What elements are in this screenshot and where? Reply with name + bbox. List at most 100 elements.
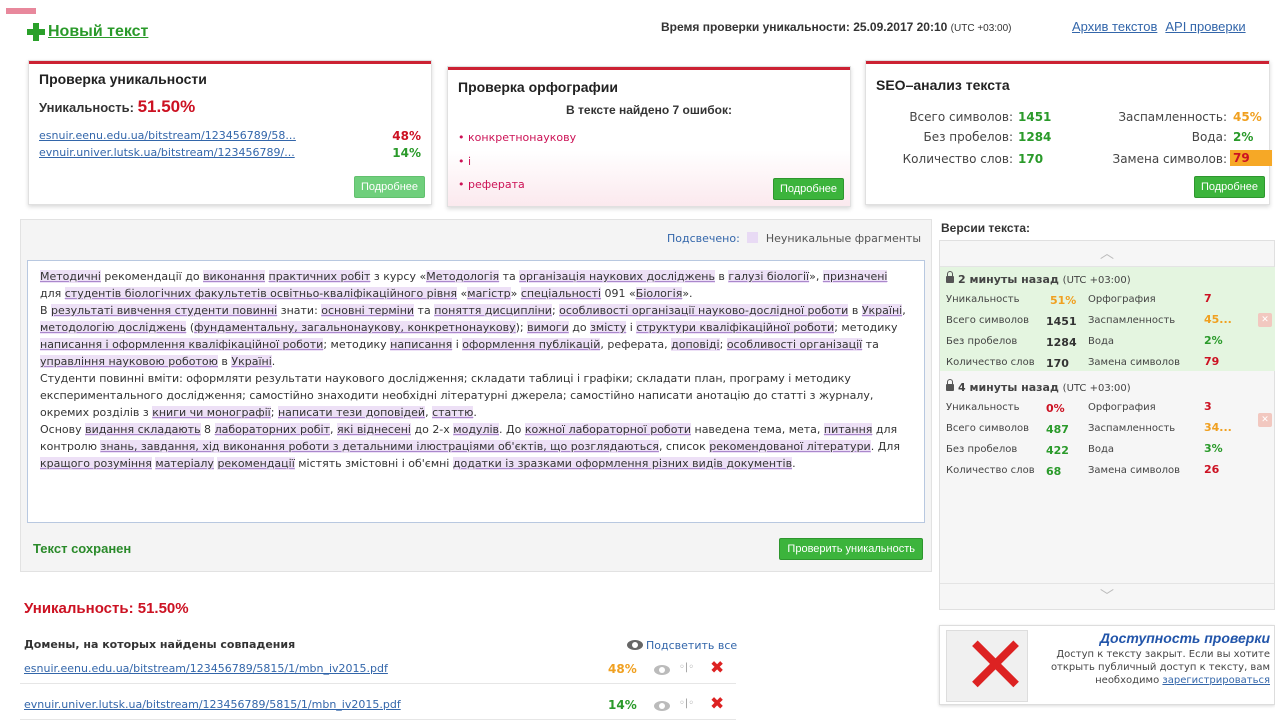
version-replace-label: Замена символов [1088, 465, 1181, 476]
text-fragment: , список [658, 440, 710, 453]
uniqueness-panel: Проверка уникальности Уникальность: 51.5… [28, 60, 432, 205]
editor-paragraph: Основу видання складають 8 лабораторних … [40, 421, 912, 472]
text-fragment: » [510, 287, 521, 300]
text-fragment: 091 « [601, 287, 636, 300]
text-fragment: і [626, 321, 637, 334]
non-unique-fragment: спеціальності [520, 287, 602, 300]
seo-more-button[interactable]: Подробнее [1193, 176, 1265, 198]
non-unique-fragment: фундаментальну, загальнонаукову, конкрет… [194, 321, 516, 334]
non-unique-fragment: рекомендації [217, 457, 295, 470]
version-nospace-label: Без пробелов [946, 444, 1018, 455]
non-unique-fragment: питання [823, 423, 873, 436]
version-time: 2 минуты назад (UTC +03:00) [946, 271, 1131, 286]
text-fragment: і [452, 338, 463, 351]
non-unique-fragment: результаті вивчення студенти повинні [51, 304, 278, 317]
text-fragment: , [330, 423, 337, 436]
register-link[interactable]: зарегистрироваться [1162, 675, 1270, 686]
non-unique-fragment: Україні [861, 304, 903, 317]
non-unique-fragment: написати тези доповідей [277, 406, 426, 419]
version-water-label: Вода [1088, 444, 1115, 455]
non-unique-fragment: поняття дисципліни [434, 304, 552, 317]
version-spam: 45... [1204, 313, 1232, 326]
highlight-all-link[interactable]: Подсветить все [627, 639, 737, 652]
header-links: Архив текстов API проверки [1072, 19, 1254, 34]
new-text-link-wrap[interactable]: Новый текст [26, 22, 148, 42]
api-link[interactable]: API проверки [1165, 19, 1245, 34]
domain-link[interactable]: esnuir.eenu.edu.ua/bitstream/123456789/5… [24, 662, 388, 675]
version-delete-icon[interactable]: ✕ [1258, 313, 1272, 327]
editor-section: Подсвечено: Неуникальные фрагменты Метод… [20, 219, 932, 572]
text-fragment: », [809, 270, 823, 283]
seo-water-label: Вода: [1191, 130, 1227, 144]
domain-link[interactable]: evnuir.univer.lutsk.ua/bitstream/1234567… [24, 698, 401, 711]
text-fragment: знати: [277, 304, 322, 317]
non-unique-fragment: знань, завдання, хід виконання роботи з … [100, 440, 659, 453]
promo-text: Доступ к тексту закрыт. Если вы хотите о… [1034, 648, 1270, 687]
editor-paragraph: Методичні рекомендації до виконання прак… [40, 268, 912, 302]
version-words-label: Количество слов [946, 465, 1035, 476]
non-unique-fragment: Україні [231, 355, 272, 368]
versions-down-arrow[interactable]: ﹀ [940, 583, 1274, 609]
version-chars: 1451 [1046, 315, 1077, 328]
non-unique-fragment: видання складають [85, 423, 201, 436]
results-uniqueness: Уникальность: 51.50% [24, 600, 189, 617]
delete-icon[interactable]: ✖ [710, 694, 724, 714]
plus-icon[interactable] [26, 22, 46, 42]
eye-icon[interactable] [654, 665, 670, 675]
version-spam: 34... [1204, 421, 1232, 434]
version-replace-label: Замена символов [1088, 357, 1181, 368]
new-text-link[interactable]: Новый текст [48, 23, 148, 41]
text-fragment: в [714, 270, 729, 283]
source-link[interactable]: evnuir.univer.lutsk.ua/bitstream/1234567… [39, 146, 295, 159]
spelling-error[interactable]: і [458, 155, 471, 168]
legend-swatch [747, 232, 759, 243]
compare-icon[interactable]: ◦|◦ [679, 698, 694, 709]
versions-up-arrow[interactable]: ︿ [940, 241, 1274, 267]
text-fragment: з курсу « [370, 270, 427, 283]
text-fragment: та [499, 270, 520, 283]
spelling-more-button[interactable]: Подробнее [772, 178, 844, 200]
text-fragment: в [217, 355, 232, 368]
text-fragment: ». [682, 287, 693, 300]
non-unique-fragment: рекомендованої літератури [709, 440, 871, 453]
domain-row: evnuir.univer.lutsk.ua/bitstream/1234567… [20, 690, 736, 720]
source-pct: 14% [392, 146, 421, 160]
non-unique-fragment: Методологія [426, 270, 500, 283]
non-unique-fragment: вимоги [527, 321, 569, 334]
uniqueness-more-button[interactable]: Подробнее [353, 176, 425, 198]
text-fragment: « [457, 287, 468, 300]
archive-link[interactable]: Архив текстов [1072, 19, 1157, 34]
non-unique-fragment: студентів біологічних факультетів освітн… [64, 287, 458, 300]
text-fragment: ( [186, 321, 195, 334]
source-link[interactable]: esnuir.eenu.edu.ua/bitstream/123456789/5… [39, 129, 296, 142]
non-unique-fragment: кращого розуміння [40, 457, 152, 470]
spelling-error[interactable]: реферата [458, 178, 525, 191]
version-nospace-label: Без пробелов [946, 336, 1018, 347]
spelling-panel-title: Проверка орфографии [458, 79, 618, 95]
version-delete-icon[interactable]: ✕ [1258, 413, 1272, 427]
spelling-error[interactable]: конкретнонаукову [458, 131, 576, 144]
check-time: Время проверки уникальности: 25.09.2017 … [661, 20, 1012, 34]
panel-topbar [866, 61, 1269, 64]
source-row: evnuir.univer.lutsk.ua/bitstream/1234567… [39, 146, 429, 160]
check-time-label: Время проверки уникальности: 25.09.2017 … [661, 20, 948, 34]
text-editor[interactable]: Методичні рекомендації до виконання прак… [27, 260, 925, 523]
version-words-label: Количество слов [946, 357, 1035, 368]
non-unique-fragment: написання [390, 338, 453, 351]
version-item[interactable]: 2 минуты назад (UTC +03:00) Уникальность… [940, 267, 1275, 371]
text-fragment: . [271, 355, 276, 368]
version-item[interactable]: 4 минуты назад (UTC +03:00) Уникальность… [940, 375, 1275, 479]
version-time-label: 2 минуты назад [958, 273, 1059, 286]
eye-icon[interactable] [654, 701, 670, 711]
compare-icon[interactable]: ◦|◦ [679, 662, 694, 673]
check-uniqueness-button[interactable]: Проверить уникальность [779, 538, 923, 560]
panel-topbar [448, 67, 850, 70]
non-unique-fragment: організація наукових досліджень [519, 270, 715, 283]
version-spam-label: Заспамленность [1088, 315, 1176, 326]
version-water: 3% [1204, 442, 1223, 455]
version-uniq-label: Уникальность [946, 294, 1020, 305]
non-unique-fragment: виконання [203, 270, 266, 283]
delete-icon[interactable]: ✖ [710, 658, 724, 678]
version-spell: 3 [1204, 400, 1212, 413]
editor-paragraph: В результаті вивчення студенти повинні з… [40, 302, 912, 370]
